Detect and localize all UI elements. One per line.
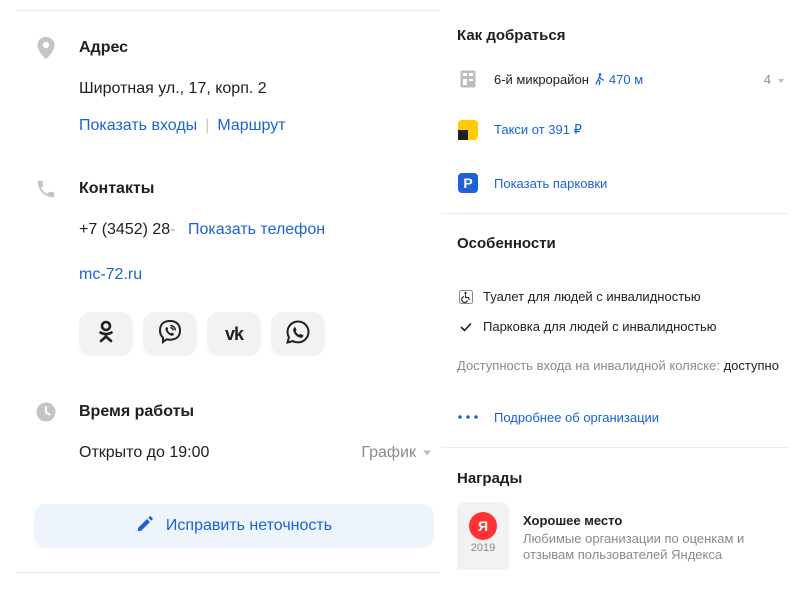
right-column: Как добраться 6-й микрорайон 470 м 4 Так…	[441, 0, 807, 600]
feature-label: Туалет для людей с инвалидностью	[483, 289, 701, 304]
parking-row[interactable]: P Показать парковки	[457, 172, 607, 194]
viber-icon	[156, 318, 184, 351]
award-year: 2019	[470, 542, 496, 554]
show-phone-link[interactable]: Показать телефон	[188, 221, 325, 238]
yandex-taxi-icon	[457, 119, 479, 141]
whatsapp-icon	[284, 318, 312, 351]
directions-title: Как добраться	[457, 27, 566, 44]
link-separator: |	[205, 117, 210, 134]
show-parking-link: Показать парковки	[494, 175, 608, 191]
clock-icon	[34, 400, 58, 424]
bottom-divider	[16, 572, 440, 573]
open-status: Открыто до 19:00	[79, 444, 210, 461]
walk-icon	[595, 73, 604, 85]
features-divider	[441, 447, 789, 448]
fix-inaccuracy-label: Исправить неточность	[165, 517, 333, 534]
awards-title: Награды	[457, 470, 523, 487]
svg-text:P: P	[463, 175, 472, 191]
phone-number-partial: +7 (3452) 28	[79, 221, 171, 238]
wheelchair-icon	[457, 289, 475, 304]
feature-item: Туалет для людей с инвалидностью	[457, 289, 701, 304]
address-title: Адрес	[79, 39, 129, 56]
pencil-icon	[136, 515, 154, 538]
yandex-logo-icon: Я	[469, 512, 497, 540]
taxi-row[interactable]: Такси от 391 ₽	[457, 119, 582, 141]
chevron-down-icon	[777, 72, 785, 87]
wheelchair-access-value: доступно	[723, 358, 779, 373]
more-about-link: Подробнее об организации	[494, 409, 660, 425]
vk-icon: vk	[224, 323, 244, 344]
hours-title: Время работы	[79, 403, 195, 420]
odnoklassniki-button[interactable]	[79, 312, 133, 356]
location-pin-icon	[34, 36, 58, 60]
award-badge: Я 2019	[457, 502, 509, 570]
more-dots-icon	[457, 406, 479, 428]
parking-icon: P	[457, 172, 479, 194]
features-title: Особенности	[457, 235, 556, 252]
chevron-down-icon	[422, 444, 432, 462]
whatsapp-button[interactable]	[271, 312, 325, 356]
checkmark-icon	[457, 322, 475, 332]
odnoklassniki-icon	[97, 320, 115, 349]
schedule-label: График	[361, 444, 416, 461]
transit-stop-name: 6-й микрорайон	[494, 71, 589, 87]
phone-number-hidden: -	[170, 221, 176, 238]
directions-divider	[441, 213, 789, 214]
award-description: Любимые организации по оценкам и отзывам…	[523, 531, 745, 562]
viber-button[interactable]	[143, 312, 197, 356]
walk-distance: 470 м	[608, 71, 644, 87]
contacts-title: Контакты	[79, 180, 155, 197]
address-value: Широтная ул., 17, корп. 2	[79, 80, 267, 97]
bus-stop-icon	[457, 68, 479, 90]
schedule-dropdown[interactable]: График	[361, 444, 432, 462]
fix-inaccuracy-button[interactable]: Исправить неточность	[34, 504, 434, 548]
phone-icon	[34, 177, 58, 201]
left-column: Адрес Широтная ул., 17, корп. 2 Показать…	[16, 0, 440, 600]
taxi-link: Такси от 391 ₽	[494, 122, 582, 137]
feature-label: Парковка для людей с инвалидностью	[483, 319, 717, 334]
route-link[interactable]: Маршрут	[217, 117, 285, 134]
feature-item: Парковка для людей с инвалидностью	[457, 319, 717, 334]
wheelchair-access: Доступность входа на инвалидной коляске:…	[457, 358, 779, 373]
phone-row: +7 (3452) 28- Показать телефон	[79, 221, 325, 239]
transit-row[interactable]: 6-й микрорайон 470 м	[457, 68, 643, 90]
show-entrances-link[interactable]: Показать входы	[79, 117, 197, 134]
more-about-row[interactable]: Подробнее об организации	[457, 406, 659, 428]
social-links: vk	[79, 312, 325, 356]
top-divider	[16, 10, 440, 11]
stop-count-dropdown[interactable]: 4	[764, 72, 785, 87]
website-link[interactable]: mc-72.ru	[79, 266, 142, 284]
address-links: Показать входы | Маршрут	[79, 117, 286, 135]
award-title: Хорошее место	[523, 513, 623, 528]
wheelchair-access-label: Доступность входа на инвалидной коляске:	[457, 358, 720, 373]
vk-button[interactable]: vk	[207, 312, 261, 356]
stop-count: 4	[763, 72, 771, 87]
